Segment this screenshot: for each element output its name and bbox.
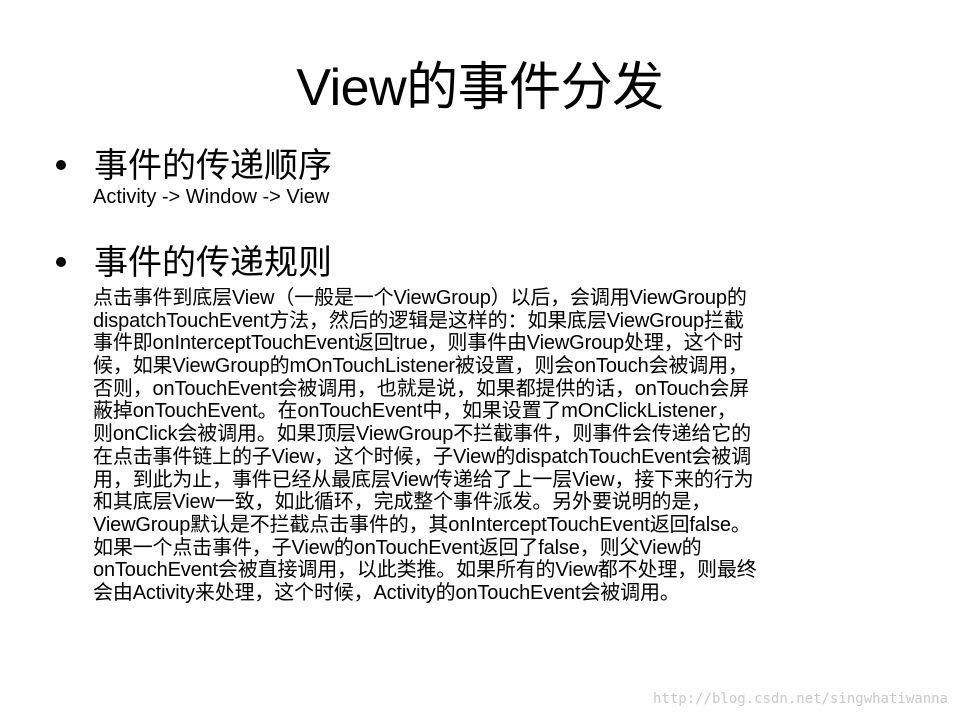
bullet-heading: 事件的传递规则 [94,244,332,282]
watermark-url: http://blog.csdn.net/singwhatiwanna [652,691,948,707]
paragraph-line: ViewGroup默认是不拦截点击事件的，其onInterceptTouchEv… [93,513,751,536]
paragraph-line: 用，到此为止，事件已经从最底层View传递给了上一层View，接下来的行为 [93,468,754,491]
paragraph-line: 和其底层View一致，如此循环，完成整个事件派发。另外要说明的是， [93,491,712,514]
slide: View的事件分发 事件的传递顺序 Activity -> Window -> … [0,0,960,720]
paragraph-line: onTouchEvent会被直接调用，以此类推。如果所有的View都不处理，则最… [93,559,757,582]
bullet-dot-icon [56,160,66,170]
paragraph-line: 会由Activity来处理，这个时候，Activity的onTouchEvent… [93,581,680,604]
bullet-dot-icon [56,257,66,267]
paragraph-line: 否则，onTouchEvent会被调用，也就是说，如果都提供的话，onTouch… [93,377,750,400]
paragraph-line: 在点击事件链上的子View，这个时候，子View的dispatchTouchEv… [93,445,752,468]
paragraph-line: 事件即onInterceptTouchEvent返回true，则事件由ViewG… [93,332,744,355]
paragraph-line: 蔽掉onTouchEvent。在onTouchEvent中，如果设置了mOnCl… [93,400,737,423]
paragraph-line: dispatchTouchEvent方法，然后的逻辑是这样的：如果底层ViewG… [93,309,744,332]
bullet-subtext: Activity -> Window -> View [93,186,330,208]
bullet-heading: 事件的传递顺序 [94,147,332,185]
paragraph-line: 点击事件到底层View（一般是一个ViewGroup）以后，会调用ViewGro… [93,287,747,309]
paragraph-line: 候，如果ViewGroup的mOnTouchListener被设置，则会onTo… [93,355,748,378]
paragraph-line: 则onClick会被调用。如果顶层ViewGroup不拦截事件，则事件会传递给它… [93,423,752,446]
paragraph-line: 如果一个点击事件，子View的onTouchEvent返回了false，则父Vi… [93,536,702,559]
slide-title: View的事件分发 [296,59,664,117]
rules-paragraph: 点击事件到底层View（一般是一个ViewGroup）以后，会调用ViewGro… [93,287,903,605]
